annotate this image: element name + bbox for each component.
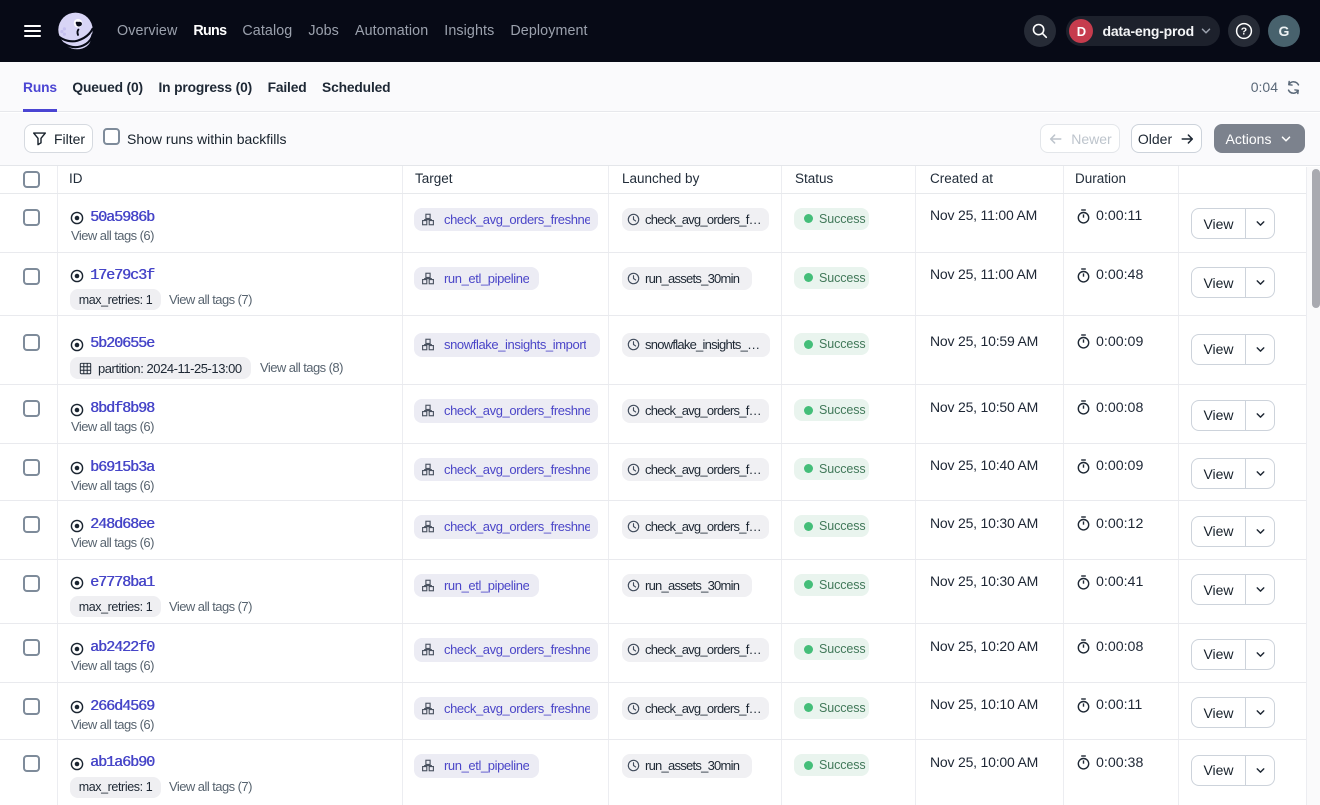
svg-text:?: ? (1241, 26, 1247, 38)
